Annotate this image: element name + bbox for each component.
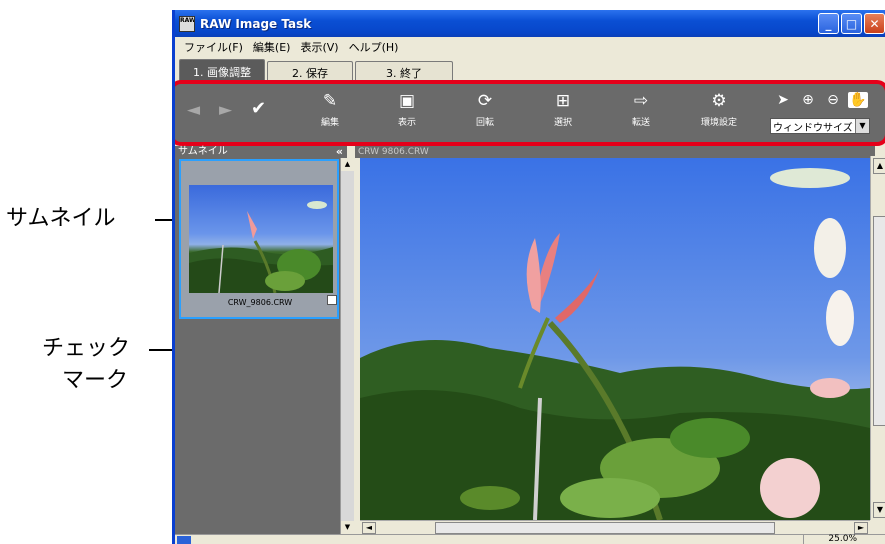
scroll-up-icon[interactable]: ▲ — [341, 158, 354, 171]
select-tool-button[interactable]: ⊞ 選択 — [540, 90, 586, 128]
window-title: RAW Image Task — [200, 16, 312, 31]
forward-arrow-icon[interactable]: ► — [219, 100, 232, 120]
preview-image[interactable] — [360, 158, 870, 520]
display-icon: ▣ — [398, 91, 416, 111]
check-icon[interactable]: ✔ — [251, 98, 266, 119]
view-tools: ➤ ⊕ ⊖ ✋ — [773, 92, 868, 108]
edit-tool-label: 編集 — [320, 118, 339, 128]
display-tool-label: 表示 — [397, 118, 416, 128]
transfer-tool-button[interactable]: ⇨ 転送 — [618, 90, 664, 128]
callout-checkmark-label-1: チェック — [42, 336, 131, 361]
title-bar[interactable]: RAW RAW Image Task _ □ ✕ — [175, 10, 885, 37]
display-tool-button[interactable]: ▣ 表示 — [384, 90, 430, 128]
transfer-icon: ⇨ — [633, 91, 649, 111]
zoom-out-icon[interactable]: ⊖ — [823, 92, 843, 108]
window-size-value: ウィンドウサイズ — [773, 122, 853, 134]
transfer-tool-label: 転送 — [631, 118, 650, 128]
window-size-select[interactable]: ウィンドウサイズ ▼ — [770, 118, 870, 134]
thumbnail-scrollbar[interactable]: ▲ ▼ — [340, 158, 354, 534]
chevron-down-icon[interactable]: ▼ — [855, 119, 869, 133]
rotate-icon: ⟳ — [477, 91, 493, 111]
close-button[interactable]: ✕ — [864, 13, 885, 34]
preview-vertical-scrollbar[interactable]: ▲ ▼ — [870, 156, 885, 520]
thumbnail-header: サムネイル — [178, 146, 228, 157]
scroll-down-icon[interactable]: ▼ — [873, 502, 885, 518]
menu-edit[interactable]: 編集(E) — [248, 39, 296, 55]
app-window: RAW RAW Image Task _ □ ✕ ファイル(F) 編集(E) 表… — [172, 10, 885, 544]
hand-icon[interactable]: ✋ — [848, 92, 868, 108]
preview-filename: CRW 9806.CRW — [355, 146, 875, 158]
scroll-up-icon[interactable]: ▲ — [873, 158, 885, 174]
zoom-level: 25.0% — [803, 534, 861, 544]
thumbnail-photo — [189, 201, 333, 293]
menu-file[interactable]: ファイル(F) — [179, 39, 248, 55]
thumbnail-panel: サムネイル « CRW_9806.CRW ▲ ▼ — [175, 145, 354, 534]
thumbnail-image — [189, 185, 333, 293]
toolbar-highlight-frame: ◄ ► ✔ ✎ 編集 ▣ 表示 ⟳ 回転 ⊞ 選択 ⇨ 転送 ⚙ 環境設定 ➤ … — [175, 80, 885, 146]
callout-thumbnail-label: サムネイル — [6, 206, 116, 231]
select-grid-icon: ⊞ — [555, 91, 571, 111]
status-indicator — [177, 536, 191, 544]
scroll-down-icon[interactable]: ▼ — [341, 521, 354, 534]
settings-tool-label: 環境設定 — [700, 118, 737, 128]
collapse-panel-button[interactable]: « — [336, 145, 343, 158]
toolbar: ◄ ► ✔ ✎ 編集 ▣ 表示 ⟳ 回転 ⊞ 選択 ⇨ 転送 ⚙ 環境設定 ➤ … — [175, 84, 885, 142]
rotate-tool-label: 回転 — [475, 118, 494, 128]
preview-photo — [360, 158, 870, 520]
select-tool-label: 選択 — [553, 118, 572, 128]
horizontal-scroll-thumb[interactable] — [435, 522, 775, 534]
status-bar: 25.0% — [175, 534, 885, 544]
raw-app-icon: RAW — [179, 15, 195, 32]
scroll-left-icon[interactable]: ◄ — [362, 522, 376, 534]
back-arrow-icon[interactable]: ◄ — [187, 100, 200, 120]
edit-tool-button[interactable]: ✎ 編集 — [307, 90, 353, 128]
pointer-icon[interactable]: ➤ — [773, 92, 793, 108]
preview-horizontal-scrollbar[interactable]: ◄ ► — [360, 520, 870, 534]
menu-view[interactable]: 表示(V) — [295, 39, 343, 55]
maximize-button[interactable]: □ — [841, 13, 862, 34]
vertical-scroll-thumb[interactable] — [873, 216, 885, 426]
scroll-right-icon[interactable]: ► — [854, 522, 868, 534]
settings-tool-button[interactable]: ⚙ 環境設定 — [696, 90, 742, 128]
minimize-button[interactable]: _ — [818, 13, 839, 34]
rotate-tool-button[interactable]: ⟳ 回転 — [462, 90, 508, 128]
thumbnail-filename: CRW_9806.CRW — [227, 298, 293, 307]
menu-bar: ファイル(F) 編集(E) 表示(V) ヘルプ(H) — [175, 37, 885, 57]
settings-icon: ⚙ — [711, 91, 727, 111]
callout-checkmark-label-2: マーク — [62, 368, 129, 393]
menu-help[interactable]: ヘルプ(H) — [344, 39, 404, 55]
thumbnail-card[interactable]: CRW_9806.CRW — [179, 159, 339, 319]
checkmark-box[interactable] — [327, 295, 337, 305]
zoom-in-icon[interactable]: ⊕ — [798, 92, 818, 108]
edit-icon: ✎ — [322, 91, 338, 111]
